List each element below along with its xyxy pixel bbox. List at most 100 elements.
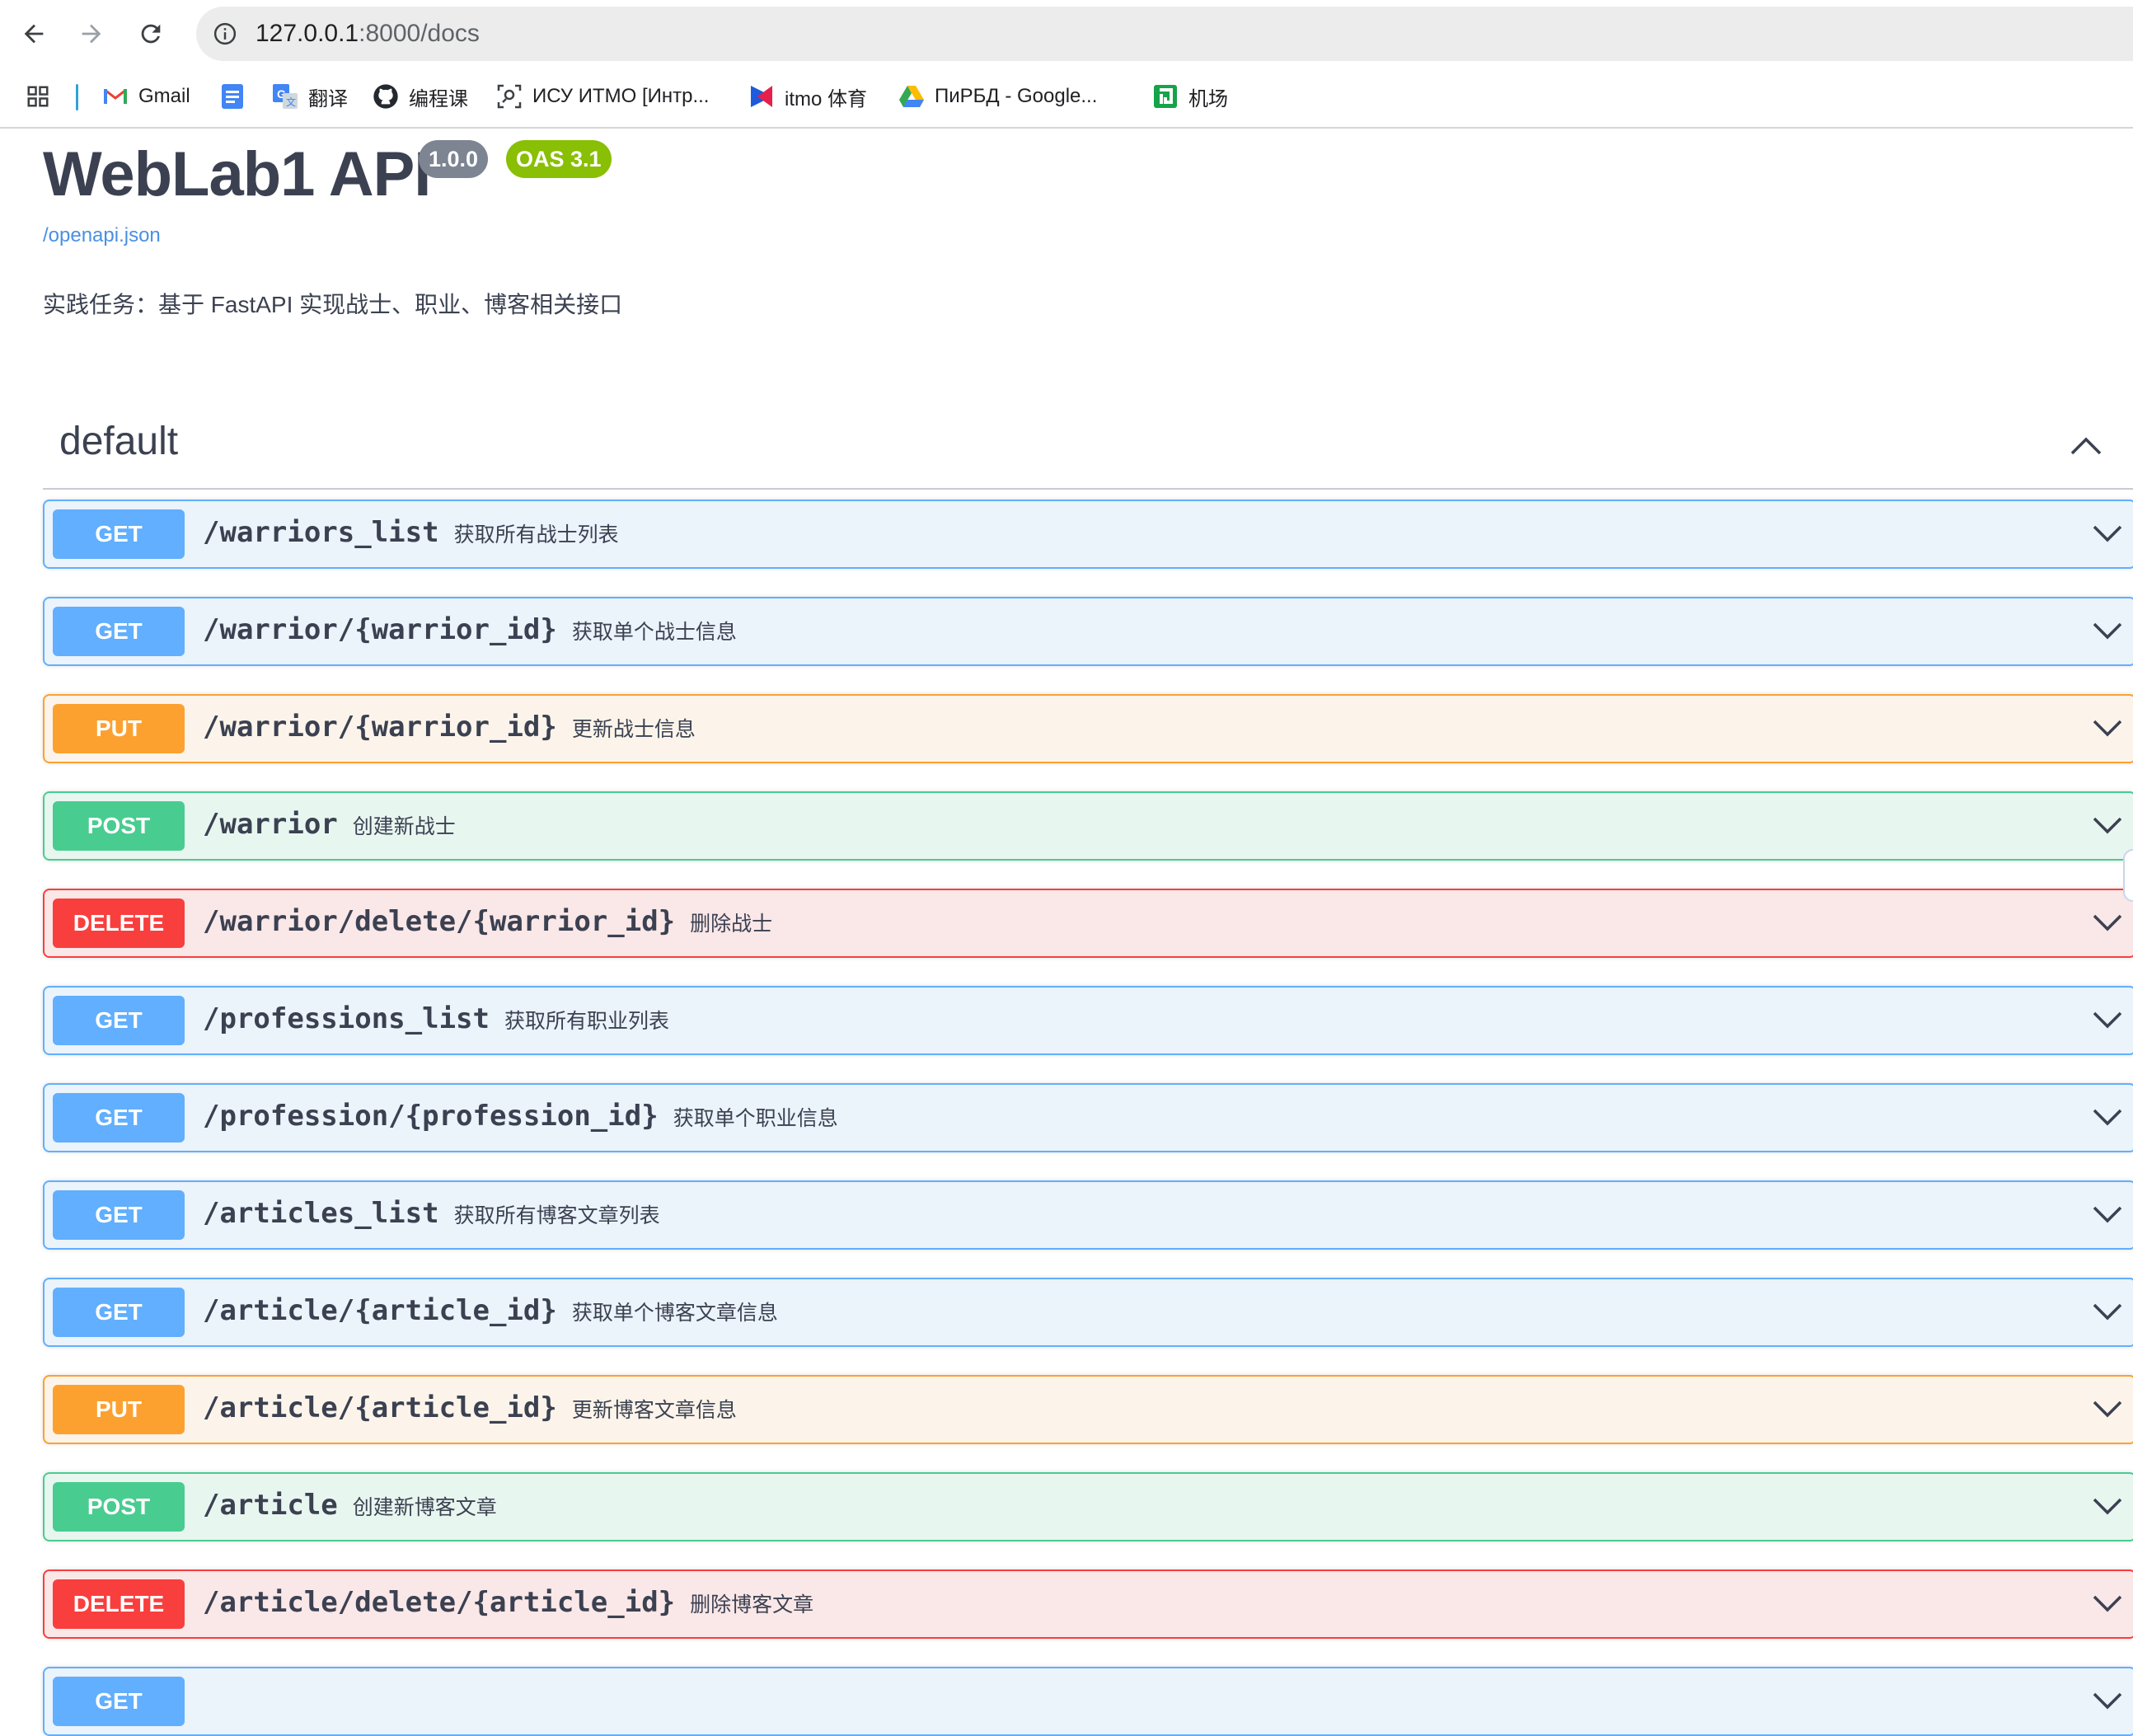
bookmark-github[interactable]: 编程课: [373, 66, 468, 127]
method-badge[interactable]: DELETE: [53, 898, 185, 948]
operation-path: /warriors_list: [203, 516, 439, 549]
browser-toolbar: 127.0.0.1:8000/docs: [0, 0, 2133, 66]
reload-button[interactable]: [129, 12, 173, 56]
expand-operation-button[interactable]: [2088, 903, 2126, 941]
expand-operation-button[interactable]: [2088, 1487, 2126, 1525]
operation-path: /article/delete/{article_id}: [203, 1586, 676, 1619]
expand-operation-button[interactable]: [2088, 1098, 2126, 1136]
method-badge[interactable]: DELETE: [53, 1579, 185, 1629]
chevron-down-icon: [2093, 1109, 2122, 1126]
opblock-post[interactable]: POST/article 创建新博客文章: [43, 1472, 2133, 1541]
opblock-put[interactable]: PUT/warrior/{warrior_id} 更新战士信息: [43, 694, 2133, 763]
opblock-get[interactable]: GET/warriors_list 获取所有战士列表: [43, 500, 2133, 569]
chevron-down-icon: [2093, 1303, 2122, 1321]
method-badge[interactable]: GET: [53, 1190, 185, 1240]
method-badge[interactable]: GET: [53, 1288, 185, 1337]
bookmark-label: 翻译: [308, 87, 348, 110]
expand-operation-button[interactable]: [2088, 806, 2126, 844]
expand-operation-button[interactable]: [2088, 1293, 2126, 1330]
operation-path-row[interactable]: /article/{article_id} 获取单个博客文章信息: [203, 1294, 778, 1327]
collapse-tag-button[interactable]: [2065, 425, 2107, 467]
back-button[interactable]: [12, 12, 56, 56]
operation-path: /articles_list: [203, 1197, 439, 1230]
method-badge[interactable]: GET: [53, 607, 185, 656]
method-badge[interactable]: PUT: [53, 1385, 185, 1434]
operation-path-row[interactable]: /warriors_list 获取所有战士列表: [203, 516, 619, 549]
method-badge[interactable]: PUT: [53, 704, 185, 753]
operation-summary: 获取单个博客文章信息: [571, 1302, 778, 1325]
link-icon: [496, 83, 523, 110]
chevron-up-icon: [2070, 437, 2102, 455]
site-info-button[interactable]: [208, 16, 242, 51]
address-bar[interactable]: 127.0.0.1:8000/docs: [196, 7, 2133, 61]
operation-path: /professions_list: [203, 1002, 490, 1035]
operation-summary: 删除战士: [690, 913, 773, 936]
docs-icon: [219, 83, 246, 110]
chevron-down-icon: [2093, 1401, 2122, 1418]
itmo-icon: [748, 83, 775, 110]
operation-path: /warrior: [203, 808, 338, 841]
operation-path-row[interactable]: /professions_list 获取所有职业列表: [203, 1002, 669, 1035]
github-icon: [373, 83, 399, 110]
bookmark-airport[interactable]: 机场: [1152, 66, 1228, 127]
method-badge[interactable]: GET: [53, 509, 185, 559]
opblock-delete[interactable]: DELETE/article/delete/{article_id} 删除博客文章: [43, 1569, 2133, 1639]
expand-operation-button[interactable]: [2088, 1390, 2126, 1428]
chevron-down-icon: [2093, 817, 2122, 834]
expand-operation-button[interactable]: [2088, 1001, 2126, 1039]
svg-text:文: 文: [286, 96, 296, 108]
url-host: 127.0.0.1: [255, 20, 359, 47]
operation-path-row[interactable]: /warrior/{warrior_id} 更新战士信息: [203, 711, 696, 744]
operation-summary: 删除博客文章: [690, 1593, 814, 1616]
bookmark-label: ПиРБД - Google...: [935, 85, 1098, 107]
operation-path-row[interactable]: /profession/{profession_id} 获取单个职业信息: [203, 1100, 838, 1133]
expand-operation-button[interactable]: [2088, 514, 2126, 552]
operation-path-row[interactable]: /warrior/delete/{warrior_id} 删除战士: [203, 905, 772, 938]
opblock-get[interactable]: GET/profession/{profession_id} 获取单个职业信息: [43, 1083, 2133, 1152]
bookmark-label: 机场: [1188, 87, 1228, 110]
operation-path-row[interactable]: /warrior/{warrior_id} 获取单个战士信息: [203, 613, 737, 646]
operation-path: /profession/{profession_id}: [203, 1100, 659, 1133]
opblock-put[interactable]: PUT/article/{article_id} 更新博客文章信息: [43, 1375, 2133, 1444]
opblock-get[interactable]: GET: [43, 1667, 2133, 1736]
operation-summary: 更新战士信息: [571, 718, 696, 741]
method-badge[interactable]: GET: [53, 1677, 185, 1726]
expand-operation-button[interactable]: [2088, 1195, 2126, 1233]
method-badge[interactable]: GET: [53, 996, 185, 1045]
apps-grid-icon: [25, 83, 51, 110]
gmail-icon: [102, 83, 129, 110]
translate-icon: G文: [272, 83, 298, 110]
operation-path-row[interactable]: /article/delete/{article_id} 删除博客文章: [203, 1586, 813, 1619]
bookmark-docs[interactable]: [219, 66, 255, 127]
expand-operation-button[interactable]: [2088, 1584, 2126, 1622]
opblock-get[interactable]: GET/warrior/{warrior_id} 获取单个战士信息: [43, 597, 2133, 666]
operation-path-row[interactable]: /article/{article_id} 更新博客文章信息: [203, 1391, 737, 1424]
bookmark-translate[interactable]: G文 翻译: [272, 66, 348, 127]
bookmark-itmo-sport[interactable]: itmo 体育: [748, 66, 867, 127]
openapi-json-link[interactable]: /openapi.json: [43, 224, 161, 247]
operation-summary: 获取单个职业信息: [673, 1107, 838, 1130]
bookmark-pirbd-drive[interactable]: ПиРБД - Google...: [898, 66, 1097, 127]
expand-operation-button[interactable]: [2088, 1682, 2126, 1720]
opblock-get[interactable]: GET/professions_list 获取所有职业列表: [43, 986, 2133, 1055]
operation-path-row[interactable]: /article 创建新博客文章: [203, 1489, 497, 1522]
operation-path-row[interactable]: /articles_list 获取所有博客文章列表: [203, 1197, 660, 1230]
opblock-delete[interactable]: DELETE/warrior/delete/{warrior_id} 删除战士: [43, 889, 2133, 958]
forward-button[interactable]: [69, 12, 114, 56]
bookmark-isu-itmo[interactable]: ИСУ ИТМО [Интр...: [496, 66, 709, 127]
opblock-get[interactable]: GET/articles_list 获取所有博客文章列表: [43, 1180, 2133, 1250]
method-badge[interactable]: POST: [53, 801, 185, 851]
tag-section-header[interactable]: default: [43, 404, 2133, 490]
scroll-indicator[interactable]: [2123, 849, 2133, 902]
opblock-post[interactable]: POST/warrior 创建新战士: [43, 791, 2133, 861]
bookmark-gmail[interactable]: Gmail: [102, 66, 190, 127]
apps-button[interactable]: [25, 66, 61, 127]
opblock-get[interactable]: GET/article/{article_id} 获取单个博客文章信息: [43, 1278, 2133, 1347]
expand-operation-button[interactable]: [2088, 709, 2126, 747]
method-badge[interactable]: GET: [53, 1093, 185, 1142]
chevron-down-icon: [2093, 1692, 2122, 1710]
operation-path-row[interactable]: [203, 1683, 218, 1716]
method-badge[interactable]: POST: [53, 1482, 185, 1532]
operation-path-row[interactable]: /warrior 创建新战士: [203, 808, 456, 841]
expand-operation-button[interactable]: [2088, 612, 2126, 650]
